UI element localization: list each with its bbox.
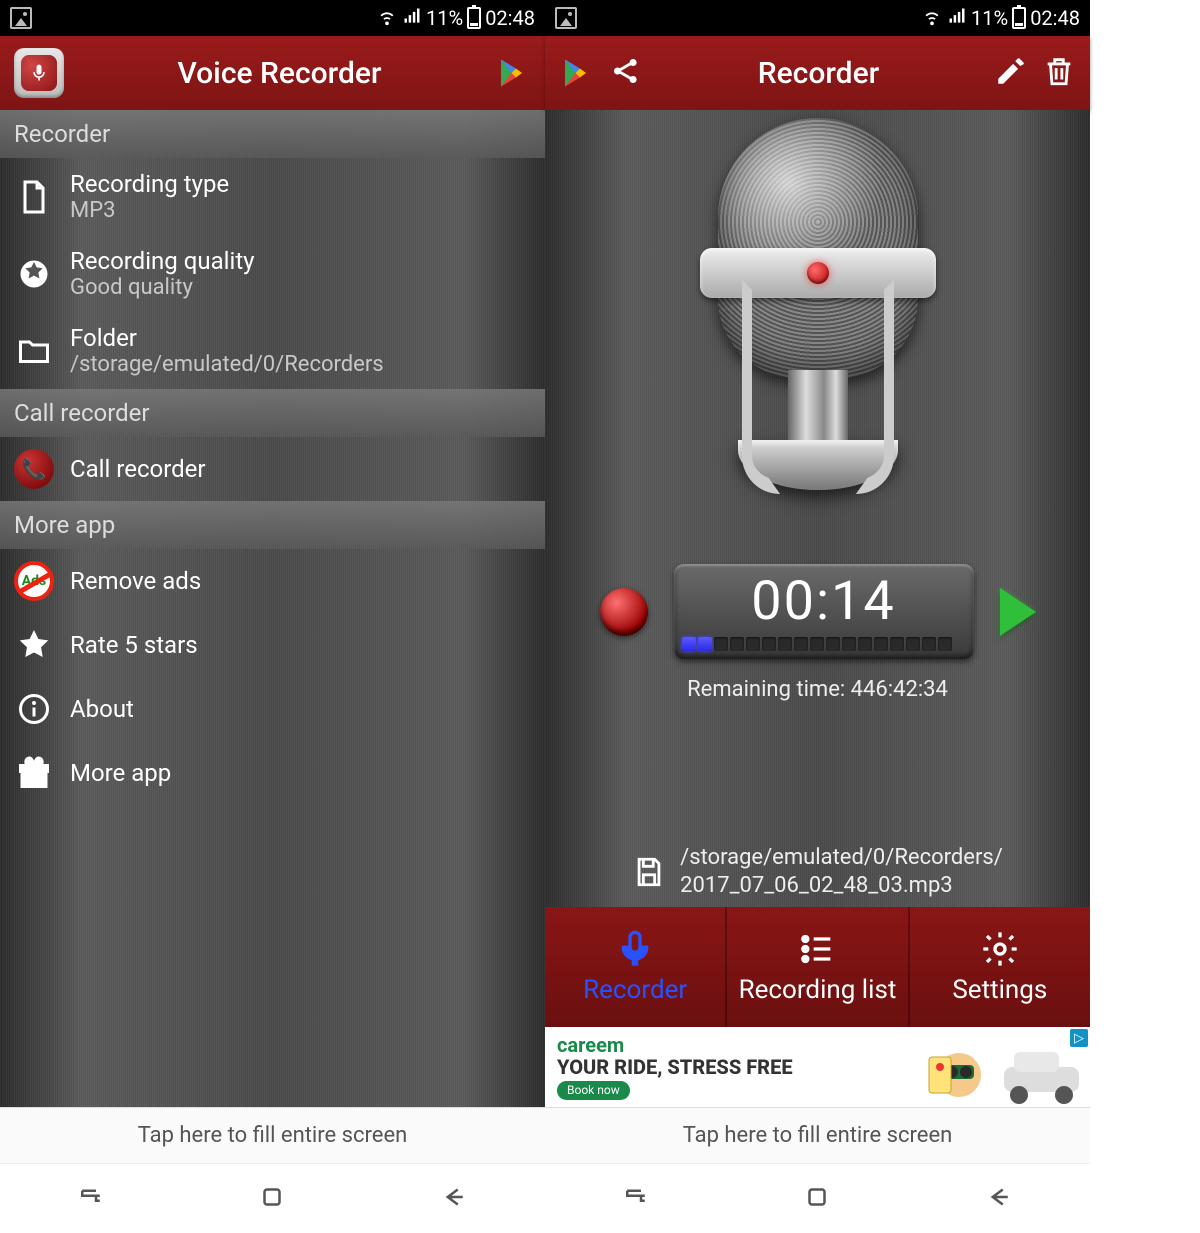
recorder-screen: 11% 02:48 Recorder 00:14	[545, 0, 1090, 1233]
elapsed-time: 00:14	[674, 570, 974, 633]
recents-button[interactable]	[76, 1182, 106, 1216]
tab-label: Recorder	[583, 975, 687, 1005]
status-bar: 11% 02:48	[545, 0, 1090, 36]
file-icon	[14, 177, 54, 217]
settings-screen: 11% 02:48 Voice Recorder Recorder Record…	[0, 0, 545, 1233]
recorder-body: 00:14 Remaining time: 446:42:34 /storage…	[545, 110, 1090, 1107]
setting-remove-ads[interactable]: Ads Remove ads	[0, 549, 545, 613]
setting-subtitle: /storage/emulated/0/Recorders	[70, 352, 384, 377]
microphone-graphic	[678, 118, 958, 538]
fill-screen-hint[interactable]: Tap here to fill entire screen	[545, 1107, 1090, 1163]
setting-more-app[interactable]: More app	[0, 741, 545, 805]
setting-title: Recording type	[70, 170, 229, 198]
ad-cta-button[interactable]: Book now	[557, 1081, 630, 1100]
image-indicator-icon	[555, 7, 577, 29]
share-icon[interactable]	[609, 54, 643, 92]
signal-icon	[402, 6, 422, 31]
info-icon	[14, 689, 54, 729]
back-button[interactable]	[439, 1182, 469, 1216]
battery-icon	[467, 7, 481, 29]
setting-title: Recording quality	[70, 247, 255, 275]
section-header-recorder: Recorder	[0, 110, 545, 158]
tab-label: Settings	[952, 975, 1047, 1005]
tab-settings[interactable]: Settings	[910, 907, 1090, 1027]
setting-recording-quality[interactable]: Recording quality Good quality	[0, 235, 545, 312]
timer-display: 00:14	[674, 564, 974, 659]
setting-recording-type[interactable]: Recording type MP3	[0, 158, 545, 235]
wifi-icon	[376, 5, 398, 32]
section-header-call: Call recorder	[0, 389, 545, 437]
play-store-icon[interactable]	[559, 55, 595, 91]
status-time: 02:48	[485, 6, 535, 30]
vu-meter	[674, 633, 974, 657]
wifi-icon	[921, 5, 943, 32]
setting-title: Remove ads	[70, 567, 201, 595]
back-button[interactable]	[984, 1182, 1014, 1216]
no-ads-icon: Ads	[14, 561, 54, 601]
tab-recorder[interactable]: Recorder	[545, 907, 727, 1027]
battery-percent: 11%	[426, 6, 463, 30]
save-icon	[632, 855, 666, 889]
quality-icon	[14, 254, 54, 294]
setting-subtitle: MP3	[70, 198, 229, 223]
app-bar-settings: Voice Recorder	[0, 36, 545, 110]
android-nav-bar	[545, 1163, 1090, 1233]
star-icon	[14, 625, 54, 665]
image-indicator-icon	[10, 7, 32, 29]
setting-title: Call recorder	[70, 455, 206, 483]
status-bar: 11% 02:48	[0, 0, 545, 36]
setting-title: Rate 5 stars	[70, 631, 198, 659]
save-path: /storage/emulated/0/Recorders/ 2017_07_0…	[614, 844, 1021, 907]
ad-headline: YOUR RIDE, STRESS FREE	[557, 1056, 793, 1078]
setting-title: Folder	[70, 324, 384, 352]
app-icon[interactable]	[14, 48, 64, 98]
ad-banner[interactable]: careem YOUR RIDE, STRESS FREE Book now ▷	[545, 1027, 1090, 1107]
android-nav-bar	[0, 1163, 545, 1233]
setting-rate[interactable]: Rate 5 stars	[0, 613, 545, 677]
bottom-tabs: Recorder Recording list Settings	[545, 907, 1090, 1027]
play-store-icon[interactable]	[495, 55, 531, 91]
save-path-dir: /storage/emulated/0/Recorders/	[680, 844, 1003, 872]
app-title: Recorder	[657, 56, 980, 91]
setting-subtitle: Good quality	[70, 275, 255, 300]
remaining-time-label: Remaining time: 446:42:34	[687, 677, 948, 702]
status-time: 02:48	[1030, 6, 1080, 30]
trash-icon[interactable]	[1042, 54, 1076, 92]
tab-recording-list[interactable]: Recording list	[727, 907, 909, 1027]
setting-title: About	[70, 695, 134, 723]
app-title: Voice Recorder	[78, 56, 481, 91]
record-button[interactable]	[600, 588, 648, 636]
home-button[interactable]	[802, 1182, 832, 1216]
battery-percent: 11%	[971, 6, 1008, 30]
battery-icon	[1012, 7, 1026, 29]
recents-button[interactable]	[621, 1182, 651, 1216]
settings-body: Recorder Recording type MP3 Recording qu…	[0, 110, 545, 1107]
signal-icon	[947, 6, 967, 31]
setting-title: More app	[70, 759, 171, 787]
ad-brand: careem	[557, 1034, 793, 1056]
app-bar-recorder: Recorder	[545, 36, 1090, 110]
folder-icon	[14, 331, 54, 371]
gift-icon	[14, 753, 54, 793]
setting-about[interactable]: About	[0, 677, 545, 741]
tab-label: Recording list	[739, 975, 897, 1005]
call-recorder-icon	[14, 449, 54, 489]
home-button[interactable]	[257, 1182, 287, 1216]
ad-illustration	[914, 1037, 1084, 1107]
ad-close-icon[interactable]: ▷	[1070, 1029, 1088, 1047]
section-header-more: More app	[0, 501, 545, 549]
setting-call-recorder[interactable]: Call recorder	[0, 437, 545, 501]
edit-icon[interactable]	[994, 54, 1028, 92]
fill-screen-hint[interactable]: Tap here to fill entire screen	[0, 1107, 545, 1163]
play-button[interactable]	[1000, 588, 1036, 636]
save-path-file: 2017_07_06_02_48_03.mp3	[680, 872, 1003, 900]
setting-folder[interactable]: Folder /storage/emulated/0/Recorders	[0, 312, 545, 389]
